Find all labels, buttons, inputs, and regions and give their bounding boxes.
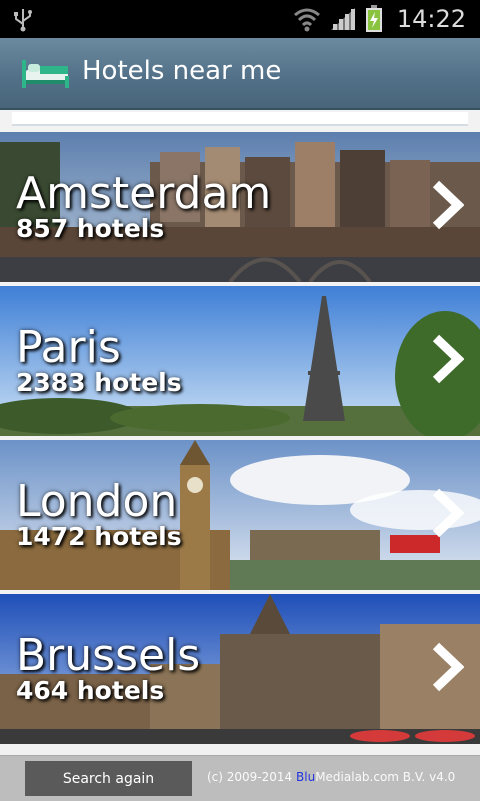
- chevron-right-icon: [432, 180, 464, 230]
- hotel-count: 2383 hotels: [16, 368, 182, 397]
- chevron-right-icon: [432, 642, 464, 692]
- chevron-right-icon: [432, 488, 464, 538]
- hotel-count: 1472 hotels: [16, 522, 182, 551]
- city-card-paris[interactable]: Paris 2383 hotels: [0, 286, 480, 436]
- action-bar: Hotels near me: [0, 38, 480, 110]
- city-card-brussels[interactable]: Brussels 464 hotels: [0, 594, 480, 744]
- usb-icon: [14, 9, 32, 32]
- bottom-bar: Search again (c) 2009-2014 BluMedialab.c…: [0, 755, 480, 801]
- chevron-right-icon: [432, 334, 464, 384]
- hotel-count: 464 hotels: [16, 676, 165, 705]
- city-name: Brussels: [16, 630, 201, 681]
- city-name: Paris: [16, 322, 121, 373]
- city-list: Amsterdam 857 hotels Paris 2383 hotels L…: [0, 110, 480, 755]
- copyright-years: (c) 2009-2014: [207, 770, 293, 784]
- brand-blu: Blu: [296, 770, 316, 784]
- brand-rest: Medialab.com B.V. v4.0: [315, 770, 456, 784]
- list-top-edge: [12, 112, 468, 126]
- status-bar: 14:22: [0, 0, 480, 38]
- hotel-bed-icon: [22, 60, 69, 88]
- hotel-count: 857 hotels: [16, 214, 165, 243]
- wifi-icon: [293, 8, 320, 32]
- city-name: Amsterdam: [16, 168, 272, 219]
- city-card-london[interactable]: London 1472 hotels: [0, 440, 480, 590]
- city-name: London: [16, 476, 178, 527]
- app-title: Hotels near me: [82, 56, 282, 86]
- city-card-amsterdam[interactable]: Amsterdam 857 hotels: [0, 132, 480, 282]
- search-again-button[interactable]: Search again: [25, 761, 192, 796]
- copyright-text: (c) 2009-2014 BluMedialab.com B.V. v4.0: [207, 770, 455, 784]
- clock: 14:22: [396, 5, 466, 33]
- signal-icon: [330, 8, 355, 30]
- battery-icon: [365, 5, 382, 32]
